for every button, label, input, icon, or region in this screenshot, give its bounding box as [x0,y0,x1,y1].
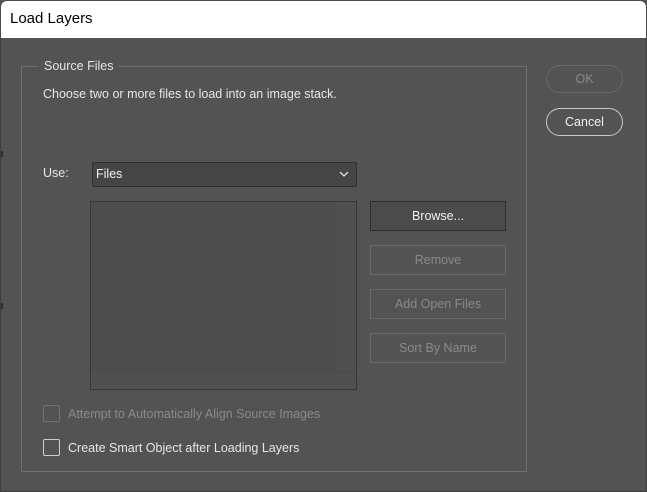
file-list-vertical-scrollbar[interactable] [335,202,356,389]
browse-button[interactable]: Browse... [370,201,506,231]
ok-button[interactable]: OK [546,65,623,93]
smart-object-label: Create Smart Object after Loading Layers [68,440,300,455]
edge-mark [1,151,3,157]
source-files-legend: Source Files [38,59,120,73]
edge-mark [1,303,3,309]
use-dropdown-value: Files [96,167,123,181]
file-list[interactable] [90,201,357,390]
smart-object-checkbox[interactable] [43,439,60,456]
smart-object-option[interactable]: Create Smart Object after Loading Layers [43,439,299,456]
use-label: Use: [43,166,69,180]
window-title: Load Layers [10,10,93,27]
load-layers-dialog: Source Files Choose two or more files to… [0,38,647,492]
cancel-button[interactable]: Cancel [546,108,623,136]
source-files-group: Source Files Choose two or more files to… [21,59,527,472]
align-source-images-checkbox[interactable] [43,405,60,422]
align-source-images-label: Attempt to Automatically Align Source Im… [68,406,321,421]
chevron-down-icon [339,171,349,177]
use-dropdown[interactable]: Files [92,162,357,187]
sort-by-name-button[interactable]: Sort By Name [370,333,506,363]
align-source-images-option[interactable]: Attempt to Automatically Align Source Im… [43,405,320,422]
remove-button[interactable]: Remove [370,245,506,275]
source-files-description: Choose two or more files to load into an… [43,87,337,101]
title-bar: Load Layers [0,0,647,38]
add-open-files-button[interactable]: Add Open Files [370,289,506,319]
file-list-horizontal-scrollbar[interactable] [91,371,356,389]
